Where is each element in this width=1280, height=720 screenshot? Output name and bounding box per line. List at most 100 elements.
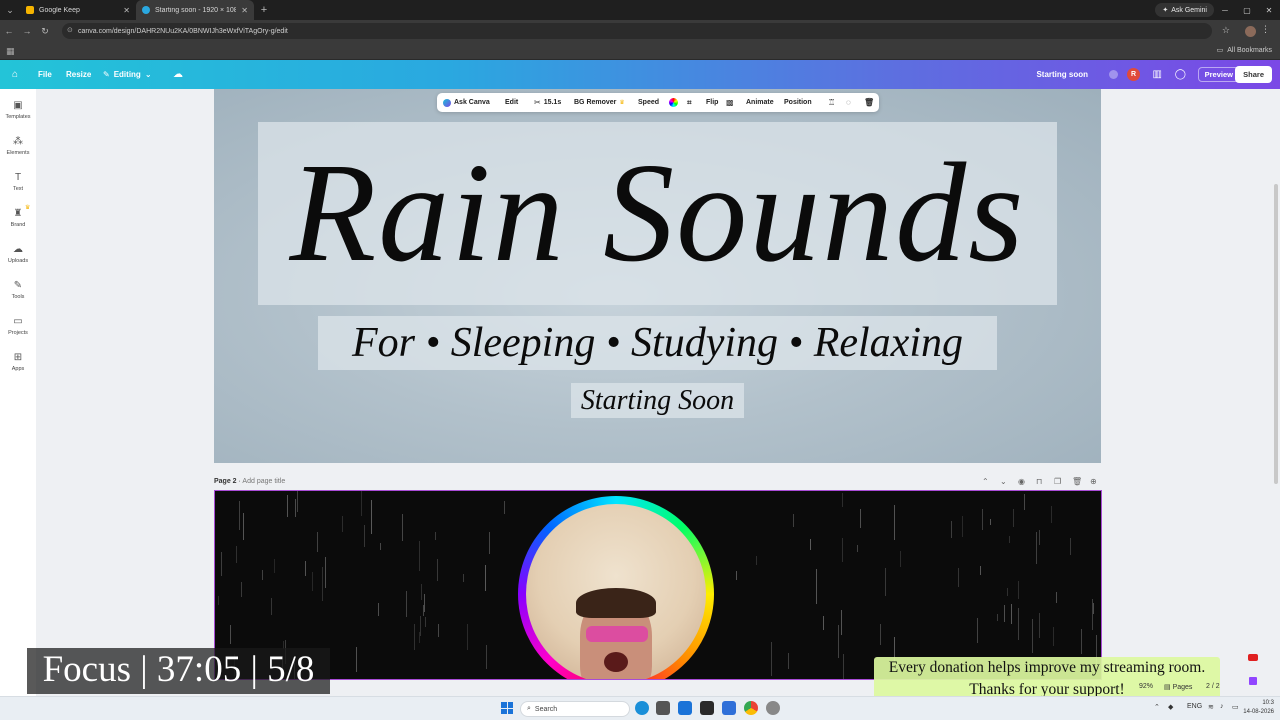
windows-start-icon[interactable]: [501, 702, 513, 714]
duplicate-icon[interactable]: ❐: [1054, 477, 1061, 486]
bg-remover-button[interactable]: BG Remover ♛: [574, 93, 625, 112]
sidebar-item-apps[interactable]: ⊞ Apps: [0, 345, 36, 379]
window-close-icon[interactable]: ✕: [1258, 0, 1280, 20]
home-icon[interactable]: ⌂: [12, 60, 18, 89]
edge-icon[interactable]: [635, 701, 649, 715]
sidebar-item-templates[interactable]: ▣ Templates: [0, 93, 36, 127]
tab-search-icon[interactable]: ⌄: [0, 0, 20, 20]
battery-icon[interactable]: ▭: [1232, 703, 1239, 711]
transparency-button[interactable]: ▩: [726, 93, 734, 112]
sidebar-item-projects[interactable]: ▭ Projects: [0, 309, 36, 343]
kaspersky-icon[interactable]: ◆: [1168, 703, 1173, 711]
position-button[interactable]: Position: [784, 93, 812, 112]
page-2-label[interactable]: Page 2 · Add page title: [214, 478, 285, 485]
volume-icon[interactable]: ♪: [1220, 703, 1224, 710]
taskbar-search[interactable]: ⌕ Search: [520, 701, 630, 717]
sidebar-item-tools[interactable]: ✎ Tools: [0, 273, 36, 307]
color-button[interactable]: [669, 93, 678, 112]
forward-icon[interactable]: →: [18, 26, 36, 36]
browser-menu-icon[interactable]: ⋮: [1261, 24, 1270, 35]
rain-streak: [1004, 605, 1006, 622]
delete-page-icon[interactable]: 🗑: [1072, 477, 1082, 486]
rain-streak: [977, 618, 979, 644]
trim-button[interactable]: ✂ 15.1s: [534, 93, 561, 112]
tab-starting-soon[interactable]: Starting soon - 1920 × 1080px ✕: [136, 0, 254, 20]
file-menu[interactable]: File: [38, 60, 52, 89]
starting-soon-text[interactable]: Starting Soon: [571, 383, 744, 418]
delete-button[interactable]: 🗑: [864, 93, 874, 112]
speed-button[interactable]: Speed: [638, 93, 659, 112]
lock-icon[interactable]: ⊓: [1036, 477, 1042, 486]
settings-icon[interactable]: [766, 701, 780, 715]
site-info-icon[interactable]: ⊙: [67, 26, 73, 34]
explorer-icon[interactable]: [722, 701, 736, 715]
close-icon[interactable]: ✕: [241, 6, 248, 15]
eye-icon[interactable]: ◉: [1018, 477, 1025, 486]
rain-streak: [294, 499, 296, 518]
tray-chevron-icon[interactable]: ⌃: [1154, 703, 1160, 711]
editing-menu[interactable]: ✎ Editing ⌄: [103, 60, 152, 89]
taskbar-clock[interactable]: 10:3 14-08-2026: [1243, 699, 1274, 717]
add-page-title-input[interactable]: Add page title: [242, 478, 285, 485]
chevron-up-icon[interactable]: ⌃: [982, 477, 989, 486]
webcam-frame[interactable]: [526, 504, 706, 679]
tab-google-keep[interactable]: Google Keep ✕: [20, 0, 136, 20]
pages-button[interactable]: ▤ Pages: [1164, 683, 1192, 691]
rain-streak: [405, 590, 407, 617]
all-bookmarks-button[interactable]: ▭ All Bookmarks: [1217, 46, 1272, 55]
crop-button[interactable]: ⌗: [687, 93, 692, 112]
profile-avatar[interactable]: [1245, 26, 1256, 37]
pages-icon: ▤: [1164, 684, 1173, 691]
vertical-scrollbar[interactable]: [1274, 184, 1278, 484]
minimize-icon[interactable]: ─: [1214, 0, 1236, 20]
chevron-down-icon: ⌄: [144, 70, 152, 79]
copy-style-button[interactable]: ♖: [828, 93, 835, 112]
capcut-icon[interactable]: [700, 701, 714, 715]
obs-icon[interactable]: [656, 701, 670, 715]
comment-button[interactable]: ◌: [846, 93, 851, 112]
preview-button[interactable]: Preview: [1197, 67, 1240, 82]
page-title-text[interactable]: Rain Sounds: [258, 125, 1057, 300]
reload-icon[interactable]: ↻: [36, 26, 54, 37]
rain-streak: [485, 564, 487, 591]
zoom-level[interactable]: 92%: [1139, 683, 1153, 690]
collaborator-avatar[interactable]: R: [1127, 68, 1140, 81]
sidebar-item-elements[interactable]: ⁂ Elements: [0, 129, 36, 163]
flip-button[interactable]: Flip: [706, 93, 718, 112]
new-tab-icon[interactable]: +: [254, 4, 274, 16]
url-field[interactable]: ⊙ canva.com/design/DAHR2NUu2KA/0BNWIJh3e…: [62, 23, 1212, 39]
comment-icon[interactable]: ◯: [1175, 60, 1186, 89]
sidebar-item-label: Elements: [6, 149, 30, 156]
animate-button[interactable]: Animate: [746, 93, 774, 112]
wifi-icon[interactable]: ≋: [1208, 703, 1214, 711]
sidebar-item-uploads[interactable]: ☁ Uploads: [0, 237, 36, 271]
sidebar-item-brand[interactable]: ♜ Brand: [0, 201, 36, 235]
language-indicator[interactable]: ENG: [1187, 703, 1202, 710]
sidebar-item-text[interactable]: T Text: [0, 165, 36, 199]
browser-tab-strip: ⌄ Google Keep ✕ Starting soon - 1920 × 1…: [0, 0, 1280, 20]
resize-menu[interactable]: Resize: [66, 60, 91, 89]
rain-streak: [1069, 537, 1071, 555]
bookmark-star-icon[interactable]: ☆: [1222, 25, 1230, 36]
insights-icon[interactable]: ▥: [1153, 60, 1162, 89]
chrome-icon[interactable]: [744, 701, 758, 715]
subtitle-text[interactable]: For • Sleeping • Studying • Relaxing: [318, 316, 997, 370]
design-page-2[interactable]: [214, 490, 1102, 680]
ask-gemini-button[interactable]: ✦ Ask Gemini: [1155, 3, 1214, 17]
todo-icon[interactable]: [678, 701, 692, 715]
ask-canva-button[interactable]: Ask Canva: [443, 93, 490, 112]
chevron-down-icon[interactable]: ⌄: [1000, 477, 1007, 486]
design-title[interactable]: Starting soon: [1036, 60, 1088, 89]
share-button[interactable]: Share: [1235, 66, 1272, 83]
design-page-1[interactable]: Rain Sounds For • Sleeping • Studying • …: [214, 89, 1101, 463]
rain-streak: [1024, 494, 1026, 510]
cloud-save-icon[interactable]: ☁: [173, 60, 183, 89]
rain-streak: [221, 552, 223, 576]
close-icon[interactable]: ✕: [123, 6, 130, 15]
rain-streak: [414, 623, 416, 651]
apps-grid-icon[interactable]: ▦: [6, 46, 15, 57]
edit-button[interactable]: Edit: [505, 93, 518, 112]
maximize-icon[interactable]: ▢: [1236, 0, 1258, 20]
add-page-icon[interactable]: ⊕: [1090, 477, 1097, 486]
back-icon[interactable]: ←: [0, 26, 18, 36]
